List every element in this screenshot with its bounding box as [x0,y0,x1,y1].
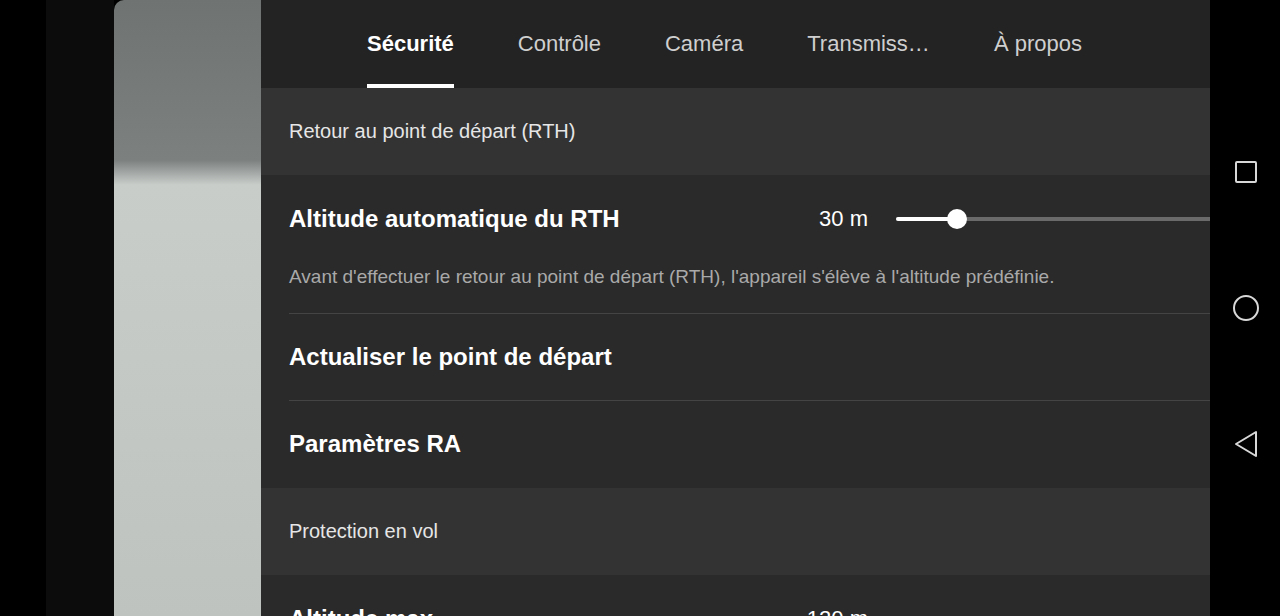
setting-row-head: Paramètres RA [289,428,1210,460]
setting-row-head: Altitude automatique du RTH30 m [289,203,1210,235]
screen-bezel [46,0,114,616]
triangle-back-icon [1233,430,1259,458]
circle-icon [1232,294,1260,322]
settings-tab[interactable]: Transmiss… [807,0,930,88]
setting-row-head: Altitude max120 m [289,603,1210,616]
setting-label: Altitude automatique du RTH [289,205,819,233]
setting-row-content: Altitude max120 m [289,575,1210,616]
setting-row[interactable]: Paramètres RA [261,401,1210,488]
setting-label: Paramètres RA [289,430,1210,458]
setting-row: Altitude max120 m [261,575,1210,616]
setting-row-head: Actualiser le point de départ [289,341,1210,373]
section-header: Retour au point de départ (RTH) [261,88,1210,175]
setting-row: Altitude automatique du RTH30 m Avant d'e… [261,175,1210,314]
recents-button[interactable] [1231,157,1261,187]
slider-track[interactable] [896,217,1210,221]
setting-value: 30 m [819,206,868,232]
back-button[interactable] [1231,429,1261,459]
screen: Sécurité Contrôle Caméra Transmiss… À propos… [0,0,1280,616]
setting-row-content: Paramètres RA [289,401,1210,488]
settings-tab[interactable]: Contrôle [518,0,601,88]
camera-feed: Sécurité Contrôle Caméra Transmiss… À propos… [114,0,1210,616]
section-header: Protection en vol [261,488,1210,575]
settings-tab[interactable]: Caméra [665,0,743,88]
setting-description: Avant d'effectuer le retour au point de … [289,264,1210,290]
setting-label: Altitude max [289,605,807,616]
settings-panel: Sécurité Contrôle Caméra Transmiss… À propos… [261,0,1210,616]
setting-label: Actualiser le point de départ [289,343,1210,371]
setting-row-content: Actualiser le point de départ [289,314,1210,401]
setting-row-content: Altitude automatique du RTH30 m Avant d'e… [289,175,1210,314]
tab-bar: Sécurité Contrôle Caméra Transmiss… À propos [261,0,1210,88]
settings-tab[interactable]: Sécurité [367,0,454,88]
slider-thumb[interactable] [947,209,967,229]
screen-edge [0,0,46,616]
home-button[interactable] [1231,293,1261,323]
system-nav-bar [1210,0,1280,616]
square-icon [1234,160,1258,184]
setting-value: 120 m [807,606,868,616]
setting-row[interactable]: Actualiser le point de départ [261,314,1210,401]
settings-tab[interactable]: À propos [994,0,1082,88]
